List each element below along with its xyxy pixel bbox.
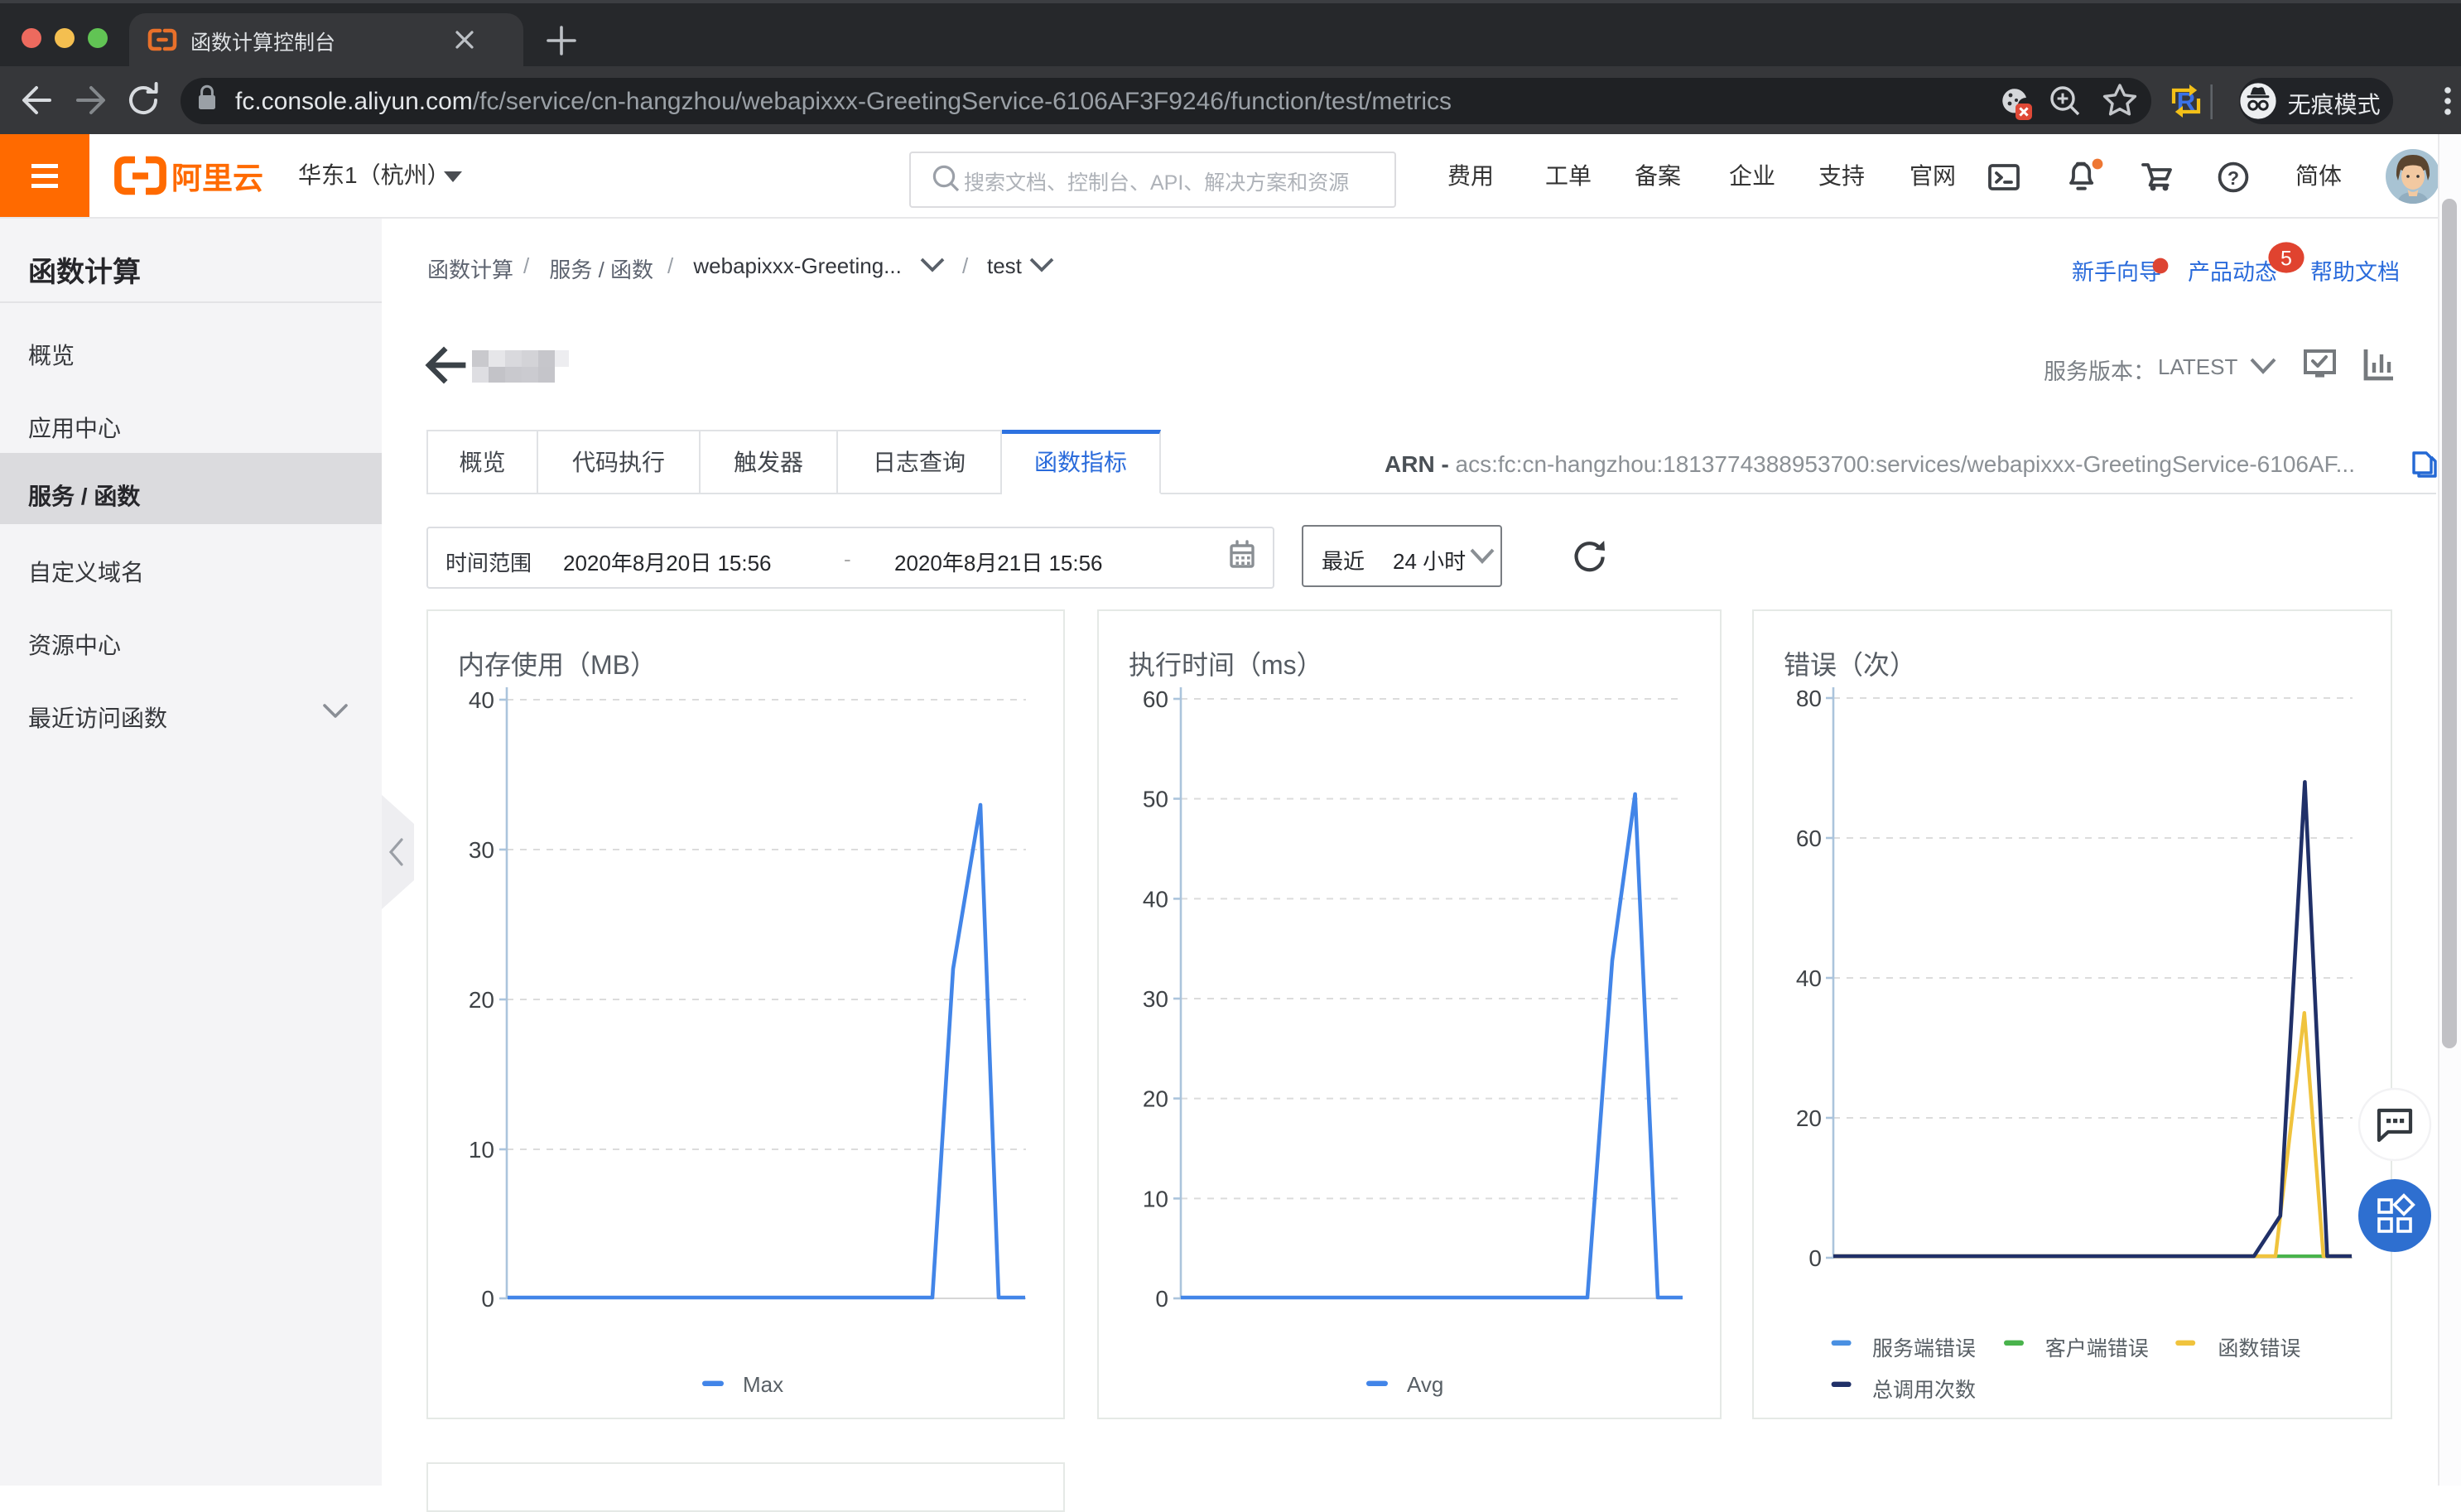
svg-text:5: 5 xyxy=(2280,247,2292,270)
